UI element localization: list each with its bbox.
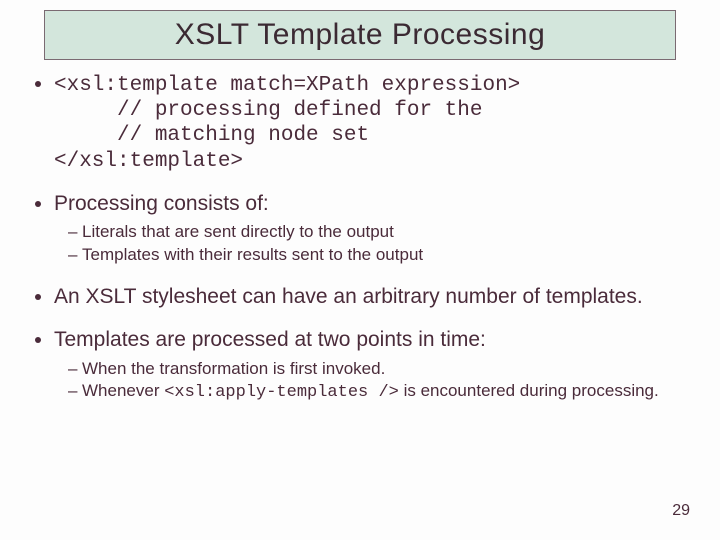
slide-title: XSLT Template Processing: [175, 18, 546, 52]
bullet-list: <xsl:template match=XPath expression> //…: [28, 70, 692, 405]
sub-item: Templates with their results sent to the…: [68, 244, 692, 267]
bullet-processing: Processing consists of: Literals that ar…: [54, 190, 692, 267]
slide: XSLT Template Processing <xsl:template m…: [0, 0, 720, 540]
sub-item: When the transformation is first invoked…: [68, 358, 692, 381]
bullet-stylesheet: An XSLT stylesheet can have an arbitrary…: [54, 283, 692, 310]
page-number: 29: [672, 502, 690, 520]
sub-list: Literals that are sent directly to the o…: [54, 221, 692, 267]
sub-item: Whenever <xsl:apply-templates /> is enco…: [68, 380, 692, 405]
bullet-text: Templates are processed at two points in…: [54, 328, 486, 351]
sub-item: Literals that are sent directly to the o…: [68, 221, 692, 244]
bullet-text: An XSLT stylesheet can have an arbitrary…: [54, 285, 643, 308]
inline-code: <xsl:apply-templates />: [164, 383, 399, 402]
bullet-templates-time: Templates are processed at two points in…: [54, 326, 692, 405]
title-band: XSLT Template Processing: [44, 10, 676, 60]
bullet-text: Processing consists of:: [54, 192, 269, 215]
sub-list: When the transformation is first invoked…: [54, 358, 692, 406]
code-block: <xsl:template match=XPath expression> //…: [54, 73, 692, 174]
bullet-code: <xsl:template match=XPath expression> //…: [54, 70, 692, 174]
